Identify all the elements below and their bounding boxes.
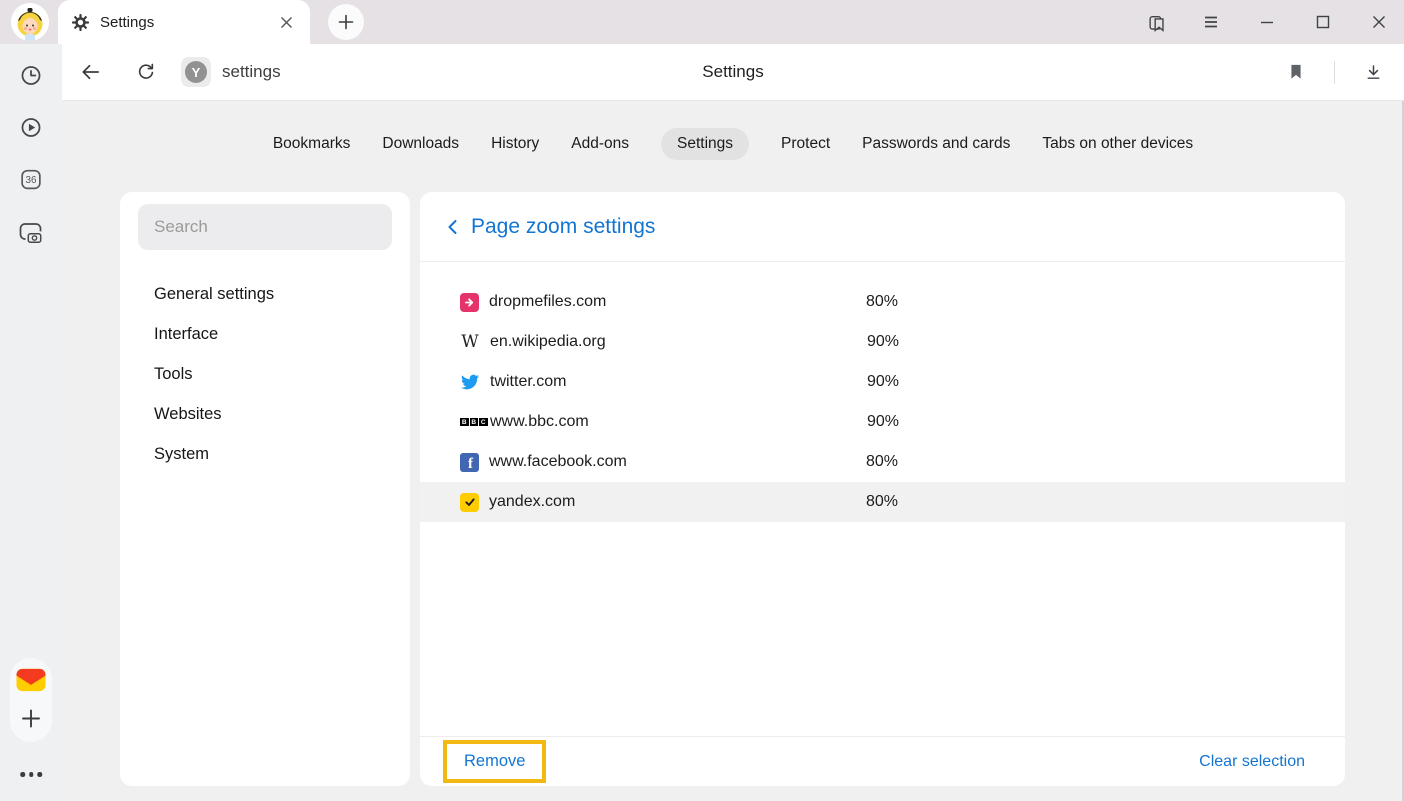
- tab-close-icon[interactable]: [276, 12, 296, 32]
- menu-icon[interactable]: [1202, 13, 1220, 31]
- address-text[interactable]: settings: [222, 62, 281, 82]
- back-button[interactable]: [79, 61, 102, 84]
- sidebar-item-tools[interactable]: Tools: [120, 354, 410, 394]
- facebook-favicon: f: [460, 453, 479, 472]
- browser-toolbar: Y settings Settings: [62, 44, 1404, 101]
- settings-top-nav: Bookmarks Downloads History Add-ons Sett…: [62, 128, 1404, 160]
- dropmefiles-favicon: [460, 293, 479, 312]
- remove-button[interactable]: Remove: [464, 752, 525, 770]
- sidebar-item-websites[interactable]: Websites: [120, 394, 410, 434]
- zoom-value: 90%: [867, 373, 899, 391]
- table-row[interactable]: dropmefiles.com 80%: [420, 282, 1345, 322]
- reload-button[interactable]: [135, 61, 157, 83]
- site-name: en.wikipedia.org: [490, 333, 867, 351]
- zoom-value: 90%: [867, 333, 899, 351]
- nav-tab-addons[interactable]: Add-ons: [571, 128, 629, 160]
- nav-tab-passwords[interactable]: Passwords and cards: [862, 128, 1010, 160]
- zoom-site-list: dropmefiles.com 80% W en.wikipedia.org 9…: [420, 262, 1345, 522]
- tabs-counter-icon[interactable]: 36: [19, 167, 44, 192]
- history-icon[interactable]: [19, 63, 44, 88]
- nav-tab-other-devices[interactable]: Tabs on other devices: [1042, 128, 1193, 160]
- clear-selection-button[interactable]: Clear selection: [1199, 753, 1305, 771]
- toolbar-divider: [1334, 61, 1335, 84]
- page-title: Settings: [702, 62, 763, 82]
- bbc-block-c: C: [479, 418, 488, 427]
- table-row[interactable]: twitter.com 90%: [420, 362, 1345, 402]
- site-badge-icon[interactable]: Y: [181, 57, 211, 87]
- gear-icon: [72, 14, 89, 31]
- facebook-f-glyph: f: [468, 456, 473, 473]
- chevron-left-icon: [443, 217, 463, 237]
- nav-tab-downloads[interactable]: Downloads: [382, 128, 459, 160]
- bbc-favicon: B B C: [460, 412, 480, 432]
- page-zoom-title: Page zoom settings: [471, 215, 655, 239]
- wikipedia-w-glyph: W: [461, 334, 478, 351]
- close-window-icon[interactable]: [1370, 13, 1388, 31]
- search-input[interactable]: [154, 217, 376, 237]
- row-selected-checkbox[interactable]: [460, 493, 479, 512]
- minimize-icon[interactable]: [1258, 13, 1276, 31]
- add-shortcut-icon[interactable]: [21, 708, 42, 729]
- bbc-block-b1: B: [460, 418, 469, 427]
- site-name: twitter.com: [490, 373, 867, 391]
- sidebar-item-system[interactable]: System: [120, 434, 410, 474]
- more-options-icon[interactable]: [20, 772, 42, 777]
- page-zoom-panel: Page zoom settings dropmefiles.com 80% W…: [420, 192, 1345, 786]
- zoom-value: 80%: [866, 453, 898, 471]
- window-controls: [1146, 0, 1388, 44]
- bbc-block-b2: B: [470, 418, 479, 427]
- site-name: yandex.com: [489, 493, 866, 511]
- plus-icon: [338, 14, 354, 30]
- maximize-icon[interactable]: [1314, 13, 1332, 31]
- twitter-favicon: [460, 372, 480, 392]
- tab-count-label: 36: [26, 175, 37, 186]
- sidebar-rail: 36: [0, 44, 62, 801]
- sidebar-item-interface[interactable]: Interface: [120, 314, 410, 354]
- remove-button-highlight: Remove: [443, 740, 546, 783]
- zoom-panel-footer: Remove Clear selection: [420, 736, 1345, 786]
- sidebar-item-general-settings[interactable]: General settings: [120, 274, 410, 314]
- settings-sidebar-panel: General settings Interface Tools Website…: [120, 192, 410, 786]
- table-row-selected[interactable]: yandex.com 80%: [420, 482, 1345, 522]
- wikipedia-favicon: W: [460, 332, 480, 352]
- table-row[interactable]: W en.wikipedia.org 90%: [420, 322, 1345, 362]
- nav-tab-history[interactable]: History: [491, 128, 539, 160]
- site-name: dropmefiles.com: [489, 293, 866, 311]
- toolbar-right-actions: [1286, 44, 1384, 100]
- zoom-value: 80%: [866, 293, 898, 311]
- browser-tab-settings[interactable]: Settings: [58, 0, 310, 44]
- settings-search-box[interactable]: [138, 204, 392, 250]
- site-name: www.bbc.com: [490, 413, 867, 431]
- yandex-mail-icon[interactable]: [15, 665, 48, 694]
- new-tab-button[interactable]: [328, 4, 364, 40]
- table-row[interactable]: f www.facebook.com 80%: [420, 442, 1345, 482]
- site-name: www.facebook.com: [489, 453, 866, 471]
- screenshot-icon[interactable]: [18, 220, 45, 246]
- window-titlebar: Settings: [0, 0, 1404, 44]
- zoom-value: 80%: [866, 493, 898, 511]
- table-row[interactable]: B B C www.bbc.com 90%: [420, 402, 1345, 442]
- nav-tab-settings[interactable]: Settings: [661, 128, 749, 160]
- nav-tab-bookmarks[interactable]: Bookmarks: [273, 128, 351, 160]
- bookmarks-panel-icon[interactable]: [1146, 13, 1164, 31]
- quick-apps-pill: [10, 658, 52, 742]
- bookmark-icon[interactable]: [1286, 62, 1306, 82]
- avatar-girl-illustration: [11, 3, 49, 41]
- tab-title: Settings: [100, 14, 276, 31]
- player-icon[interactable]: [19, 115, 44, 140]
- settings-nav-list: General settings Interface Tools Website…: [120, 274, 410, 474]
- nav-tab-protect[interactable]: Protect: [781, 128, 830, 160]
- profile-avatar[interactable]: [11, 3, 49, 41]
- yandex-y-icon: Y: [185, 61, 207, 83]
- page-zoom-header-back[interactable]: Page zoom settings: [420, 192, 1345, 262]
- zoom-value: 90%: [867, 413, 899, 431]
- downloads-icon[interactable]: [1363, 62, 1384, 83]
